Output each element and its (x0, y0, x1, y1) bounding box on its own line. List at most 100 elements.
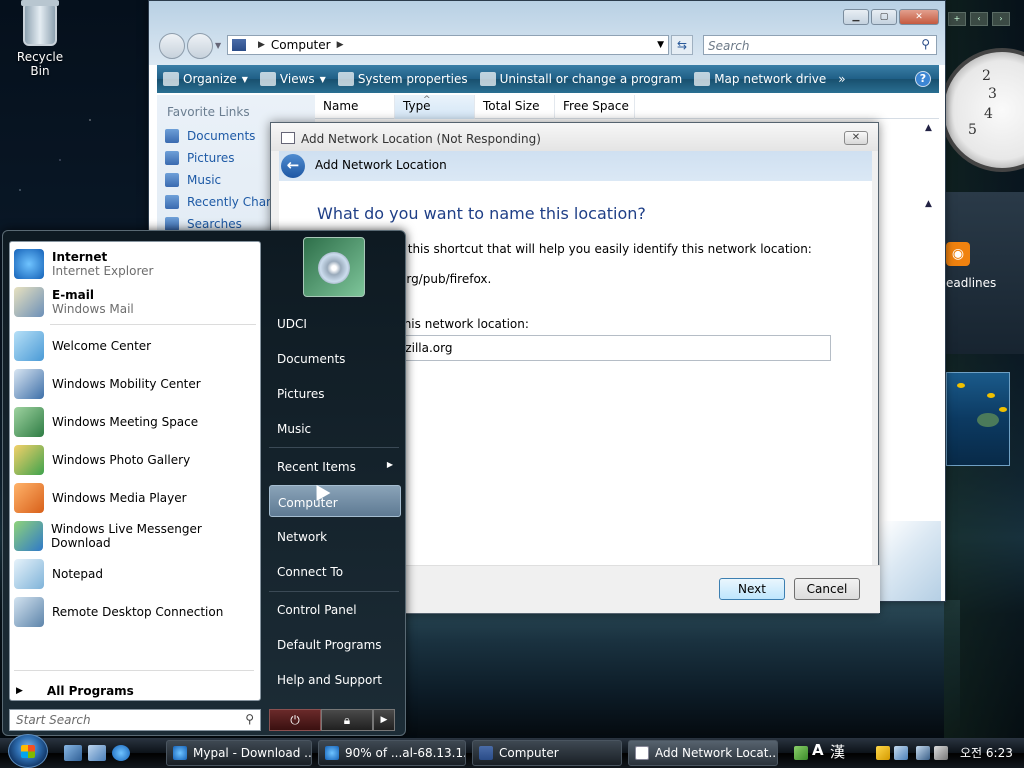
sidebar-next-icon[interactable]: › (992, 12, 1010, 26)
internet-explorer-icon (14, 249, 44, 279)
all-programs-label: All Programs (46, 684, 134, 698)
start-item-music[interactable]: Music (269, 412, 401, 444)
address-path[interactable]: Computer (271, 38, 331, 52)
program-meeting-space[interactable]: Windows Meeting Space (14, 404, 258, 440)
program-remote-desktop[interactable]: Remote Desktop Connection (14, 594, 258, 630)
column-header-name[interactable]: Name (315, 95, 395, 119)
messenger-icon (14, 521, 43, 551)
divider (269, 447, 399, 448)
start-item-default-programs[interactable]: Default Programs (269, 628, 401, 660)
collapse-group-icon[interactable]: ▲ (925, 123, 932, 133)
program-name: E-mail (52, 288, 95, 302)
show-desktop-icon[interactable] (64, 745, 82, 761)
start-item-pictures[interactable]: Pictures (269, 377, 401, 409)
power-icon[interactable]: ⏻ (269, 709, 321, 731)
volume-muted-icon[interactable] (934, 746, 948, 760)
sidebar-add-icon[interactable]: + (948, 12, 966, 26)
recent-pages-icon[interactable]: ▼ (215, 41, 221, 50)
clock-gadget[interactable]: 2 3 4 5 (940, 48, 1024, 172)
favorite-link-pictures[interactable]: Pictures (165, 151, 235, 165)
forward-button[interactable] (187, 33, 213, 59)
favorite-link-documents[interactable]: Documents (165, 129, 255, 143)
internet-explorer-icon[interactable] (112, 745, 130, 761)
display-icon[interactable] (916, 746, 930, 760)
all-programs-button[interactable]: ▶ All Programs (16, 684, 134, 698)
close-button[interactable]: ✕ (899, 9, 939, 25)
back-arrow-icon[interactable]: ← (281, 154, 305, 178)
chevron-right-icon[interactable]: ▶ (337, 40, 344, 50)
uninstall-program-button[interactable]: Uninstall or change a program (479, 72, 682, 86)
start-right-panel: UDCI Documents Pictures Music Recent Ite… (265, 231, 405, 731)
taskbar-button-add-network-location[interactable]: Add Network Locat... (628, 740, 778, 766)
system-properties-button[interactable]: System properties (337, 72, 468, 86)
start-item-help-support[interactable]: Help and Support (269, 663, 401, 695)
pinned-email[interactable]: E-mail Windows Mail (14, 284, 258, 320)
maximize-button[interactable]: ▢ (871, 9, 897, 25)
network-address: org/pub/firefox. (399, 272, 492, 286)
program-welcome-center[interactable]: Welcome Center (14, 328, 258, 364)
language-bar-icon[interactable] (794, 746, 808, 760)
map-network-drive-button[interactable]: Map network drive (694, 72, 826, 86)
dialog-close-button[interactable]: ✕ (844, 131, 868, 145)
program-live-messenger-download[interactable]: Windows Live Messenger Download (14, 518, 258, 554)
start-item-connect-to[interactable]: Connect To (269, 555, 401, 587)
start-item-documents[interactable]: Documents (269, 342, 401, 374)
refresh-button[interactable]: ⇆ (671, 35, 693, 55)
slideshow-gadget[interactable] (946, 372, 1010, 466)
start-item-network[interactable]: Network (269, 520, 401, 552)
location-name-input[interactable]: ozilla.org (391, 335, 831, 361)
headlines-gadget[interactable]: ◉ eadlines (944, 192, 1024, 354)
taskbar-button-mypal[interactable]: Mypal - Download ... (166, 740, 312, 766)
column-header-free-space[interactable]: Free Space (555, 95, 635, 119)
address-bar[interactable]: ▶ Computer ▶ ▼ (227, 35, 669, 55)
help-icon[interactable]: ? (915, 71, 931, 87)
ime-mode-indicator[interactable]: A (812, 741, 824, 759)
start-item-computer[interactable]: Computer (269, 485, 401, 517)
back-button[interactable] (159, 33, 185, 59)
collapse-group-icon[interactable]: ▲ (925, 199, 932, 209)
favorite-link-recently-changed[interactable]: Recently Chang (165, 195, 281, 209)
search-icon[interactable]: ⚲ (921, 37, 930, 51)
search-input[interactable]: Search ⚲ (703, 35, 937, 55)
start-item-control-panel[interactable]: Control Panel (269, 593, 401, 625)
taskbar-button-computer[interactable]: Computer (472, 740, 622, 766)
views-button[interactable]: Views ▼ (259, 72, 326, 86)
start-item-user[interactable]: UDCI (269, 307, 401, 339)
more-commands-button[interactable]: » (838, 72, 845, 86)
system-clock[interactable]: 오전 6:23 (960, 744, 1013, 761)
sidebar-prev-icon[interactable]: ‹ (970, 12, 988, 26)
security-shield-icon[interactable] (876, 746, 890, 760)
favorite-link-music[interactable]: Music (165, 173, 221, 187)
pinned-internet[interactable]: Internet Internet Explorer (14, 246, 258, 282)
program-photo-gallery[interactable]: Windows Photo Gallery (14, 442, 258, 478)
start-search-input[interactable]: Start Search ⚲ (9, 709, 261, 731)
start-button[interactable] (8, 734, 48, 768)
taskbar-button-label: Mypal - Download ... (193, 746, 312, 760)
program-media-player[interactable]: Windows Media Player (14, 480, 258, 516)
chevron-down-icon[interactable]: ▼ (657, 40, 664, 50)
organize-button[interactable]: Organize ▼ (163, 72, 248, 86)
next-button[interactable]: Next (719, 578, 785, 600)
program-mobility-center[interactable]: Windows Mobility Center (14, 366, 258, 402)
notification-area: A 漢 오전 6:23 (784, 738, 1024, 768)
switch-windows-icon[interactable] (88, 745, 106, 761)
network-status-icon[interactable] (894, 746, 908, 760)
map-drive-label: Map network drive (714, 72, 827, 86)
cancel-button[interactable]: Cancel (794, 578, 860, 600)
search-icon[interactable]: ⚲ (245, 712, 254, 726)
shutdown-options-icon[interactable]: ▶ (373, 709, 395, 731)
browser-icon (173, 746, 187, 760)
hanja-indicator[interactable]: 漢 (830, 741, 845, 762)
favorite-link-searches[interactable]: Searches (165, 217, 242, 231)
chevron-right-icon[interactable]: ▶ (258, 40, 265, 50)
user-picture-icon[interactable] (303, 237, 365, 297)
minimize-button[interactable]: ▁ (843, 9, 869, 25)
program-notepad[interactable]: Notepad (14, 556, 258, 592)
dialog-titlebar[interactable]: Add Network Location (Not Responding) ✕ (271, 123, 878, 151)
taskbar-button-download[interactable]: 90% of ...al-68.13.1.... (318, 740, 466, 766)
recycle-bin[interactable]: Recycle Bin (8, 0, 72, 78)
column-header-type[interactable]: ^ Type (395, 95, 475, 119)
start-item-recent-items[interactable]: Recent Items ▶ (269, 450, 401, 482)
column-header-total-size[interactable]: Total Size (475, 95, 555, 119)
lock-icon[interactable]: 🔒︎ (321, 709, 373, 731)
